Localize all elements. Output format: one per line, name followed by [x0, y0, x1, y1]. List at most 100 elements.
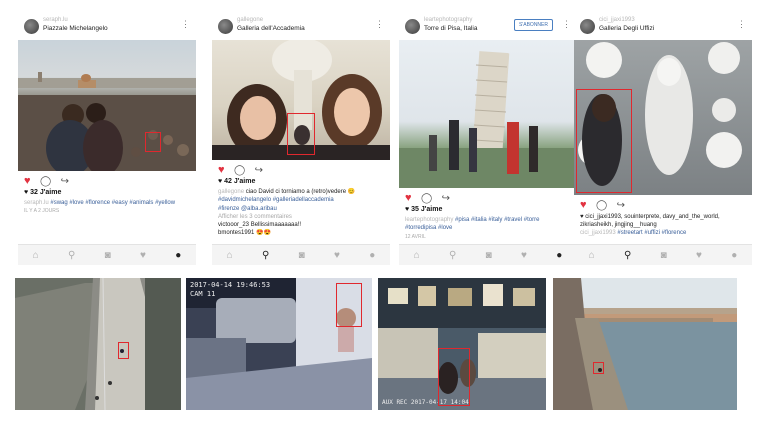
profile-icon[interactable]: ● [175, 250, 181, 261]
cctv-frame: 2017-04-14 19:46:53 CAM 11 [186, 278, 372, 410]
heart-icon[interactable]: ♥ [405, 193, 412, 204]
username[interactable]: leartephotography [424, 17, 472, 23]
caption-username[interactable]: cici_jjaxi1993 [580, 230, 616, 236]
follow-button[interactable]: S'ABONNER [513, 19, 553, 31]
comment-icon[interactable]: ◯ [421, 194, 432, 204]
photo-scene [18, 72, 196, 171]
home-icon[interactable]: ⌂ [414, 250, 420, 261]
heart-icon[interactable]: ♥ [218, 165, 225, 176]
caption-text: ciao David ci torniamo a (retro)vedere 😊 [245, 189, 356, 196]
cctv-scene [553, 278, 737, 410]
comment-text: 😍😍 [256, 230, 271, 237]
home-icon[interactable]: ⌂ [589, 250, 595, 261]
caption-username[interactable]: leartephotography [405, 217, 453, 223]
comment-icon[interactable]: ◯ [234, 166, 245, 176]
search-icon[interactable]: ⚲ [624, 250, 631, 261]
bottom-nav: ⌂ ⚲ ◙ ♥ ● [18, 244, 196, 265]
username[interactable]: seraph.lu [43, 17, 68, 23]
highlight-box [438, 348, 470, 406]
more-options-icon[interactable]: ⋮ [181, 20, 190, 29]
caption-username[interactable]: gallegone [218, 189, 244, 195]
profile-icon[interactable]: ● [369, 250, 375, 261]
share-icon[interactable]: ↪ [442, 194, 450, 204]
highlight-box [336, 283, 362, 327]
hashtags[interactable]: #swag #love #florence #easy #animals #ye… [50, 200, 175, 206]
location[interactable]: Piazzale Michelangelo [43, 25, 108, 32]
hashtags[interactable]: #davidmichelangelo #galleriadellaccademi… [218, 196, 384, 204]
highlight-box [118, 342, 129, 359]
home-icon[interactable]: ⌂ [33, 250, 39, 261]
bottom-nav: ⌂ ⚲ ◙ ♥ ● [212, 244, 390, 265]
post-header: cici_jjaxi1993 Galleria Degli Uffizi ⋮ [574, 14, 752, 40]
photo-scene [399, 51, 577, 188]
heart-icon[interactable]: ♥ [24, 176, 31, 187]
location[interactable]: Torre di Pisa, Italia [424, 25, 477, 32]
cctv-camera-label: CAM 11 [190, 290, 216, 298]
post-card: gallegone Galleria dell'Accademia ⋮ ♥ ◯ … [212, 14, 390, 265]
camera-icon[interactable]: ◙ [661, 250, 667, 261]
comment-username[interactable]: victooor_23 [218, 222, 249, 228]
cctv-scene [15, 278, 181, 410]
more-options-icon[interactable]: ⋮ [375, 20, 384, 29]
heart-icon[interactable]: ♥ [696, 250, 702, 261]
camera-icon[interactable]: ◙ [486, 250, 492, 261]
post-photo[interactable] [574, 40, 752, 195]
post-photo[interactable] [212, 40, 390, 160]
action-bar: ♥ ◯ ↪ [212, 160, 390, 178]
home-icon[interactable]: ⌂ [227, 250, 233, 261]
heart-icon[interactable]: ♥ [521, 250, 527, 261]
post-header: leartephotography Torre di Pisa, Italia … [399, 14, 577, 40]
caption: ♥ 32 J'aime seraph.lu #swag #love #flore… [18, 189, 196, 216]
bottom-nav: ⌂ ⚲ ◙ ♥ ● [399, 244, 577, 265]
post-photo[interactable] [18, 40, 196, 171]
highlight-box [287, 113, 315, 155]
likes-count[interactable]: ♥ 32 J'aime [24, 189, 190, 197]
search-icon[interactable]: ⚲ [449, 250, 456, 261]
avatar[interactable] [405, 19, 420, 34]
view-comments-link[interactable]: Afficher les 3 commentaires [218, 213, 384, 221]
action-bar: ♥ ◯ ↪ [399, 188, 577, 206]
username[interactable]: cici_jjaxi1993 [599, 17, 635, 23]
hashtags[interactable]: #streetart #uffizi #florence [617, 230, 686, 236]
action-bar: ♥ ◯ ↪ [18, 171, 196, 189]
search-icon[interactable]: ⚲ [68, 250, 75, 261]
heart-icon[interactable]: ♥ [580, 200, 587, 211]
comment-icon[interactable]: ◯ [596, 201, 607, 211]
likes-count[interactable]: ♥ 42 J'aime [218, 178, 384, 186]
share-icon[interactable]: ↪ [255, 166, 263, 176]
heart-icon[interactable]: ♥ [334, 250, 340, 261]
action-bar: ♥ ◯ ↪ [574, 195, 752, 213]
likes-text: 42 J'aime [224, 178, 256, 185]
cctv-frame: AUX REC 2017-04-17 14:04 [378, 278, 546, 410]
caption-username[interactable]: seraph.lu [24, 200, 49, 206]
likes-text: 32 J'aime [30, 189, 62, 196]
bottom-nav: ⌂ ⚲ ◙ ♥ ● [574, 244, 752, 265]
post-photo[interactable] [399, 40, 577, 188]
post-time: 12 AVRIL [405, 233, 426, 240]
avatar[interactable] [24, 19, 39, 34]
username[interactable]: gallegone [237, 17, 263, 23]
likes-count[interactable]: ♥ 35 J'aime [405, 206, 571, 214]
comment-username[interactable]: bmontes1991 [218, 230, 254, 236]
camera-icon[interactable]: ◙ [105, 250, 111, 261]
caption: ♥ 35 J'aime leartephotography #pisa #ita… [399, 206, 577, 241]
profile-icon[interactable]: ● [556, 250, 562, 261]
liked-by-users[interactable]: cici_jjaxi1993, souinterprete, davy_and_… [580, 214, 720, 228]
post-header: seraph.lu Piazzale Michelangelo ⋮ [18, 14, 196, 40]
more-options-icon[interactable]: ⋮ [737, 20, 746, 29]
location[interactable]: Galleria dell'Accademia [237, 25, 305, 32]
share-icon[interactable]: ↪ [617, 201, 625, 211]
comment-icon[interactable]: ◯ [40, 177, 51, 187]
profile-icon[interactable]: ● [731, 250, 737, 261]
share-icon[interactable]: ↪ [61, 177, 69, 187]
camera-icon[interactable]: ◙ [299, 250, 305, 261]
more-options-icon[interactable]: ⋮ [562, 20, 571, 29]
comment-text: Bellissimaaaaaaa!! [250, 222, 302, 229]
location[interactable]: Galleria Degli Uffizi [599, 25, 654, 32]
search-icon[interactable]: ⚲ [262, 250, 269, 261]
hashtags[interactable]: #firenze @alba.aribau [218, 205, 384, 213]
avatar[interactable] [218, 19, 233, 34]
highlight-box [145, 132, 161, 152]
heart-icon[interactable]: ♥ [140, 250, 146, 261]
avatar[interactable] [580, 19, 595, 34]
